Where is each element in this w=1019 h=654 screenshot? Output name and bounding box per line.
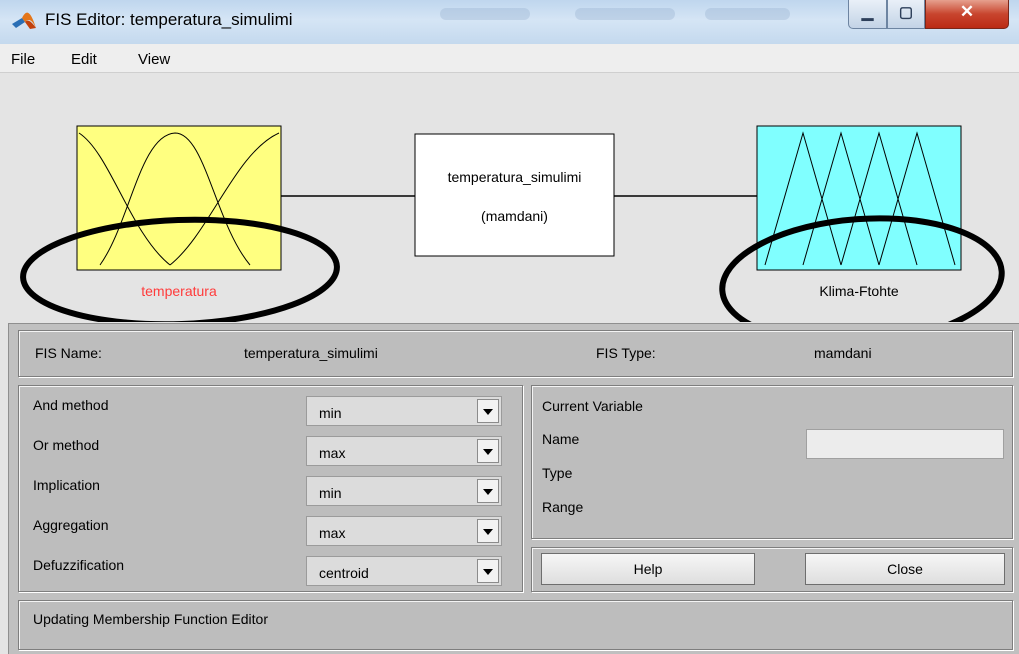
aggregation-select[interactable]: max xyxy=(306,516,502,546)
close-icon: ✕ xyxy=(959,2,975,21)
menu-file[interactable]: File xyxy=(11,51,35,68)
input-variable-box[interactable] xyxy=(76,125,282,271)
variable-name-label: Name xyxy=(542,431,580,447)
menu-edit[interactable]: Edit xyxy=(71,51,97,68)
chevron-down-icon xyxy=(477,439,499,463)
defuzzification-select[interactable]: centroid xyxy=(306,556,502,586)
fis-type-value: mamdani xyxy=(814,345,872,361)
implication-label: Implication xyxy=(33,477,100,493)
current-variable-frame: Current Variable Name Type Range xyxy=(531,385,1013,539)
defuzzification-label: Defuzzification xyxy=(33,557,125,573)
variable-range-label: Range xyxy=(542,499,584,515)
system-box[interactable] xyxy=(414,133,615,257)
implication-select[interactable]: min xyxy=(306,476,502,506)
buttons-frame: Help Close xyxy=(531,547,1013,592)
or-method-select[interactable]: max xyxy=(306,436,502,466)
aggregation-label: Aggregation xyxy=(33,517,109,533)
maximize-button[interactable]: ▢ xyxy=(887,0,925,29)
chevron-down-icon xyxy=(477,479,499,503)
variable-type-label: Type xyxy=(542,465,573,481)
current-variable-heading: Current Variable xyxy=(542,398,643,414)
methods-frame: And method min Or method max Implication… xyxy=(18,385,523,592)
fis-editor-window: FIS Editor: temperatura_simulimi ▁ ▢ ✕ F… xyxy=(0,0,1019,654)
or-method-label: Or method xyxy=(33,437,100,453)
output-variable-box[interactable] xyxy=(756,125,962,271)
status-frame: Updating Membership Function Editor xyxy=(18,600,1013,650)
chevron-down-icon xyxy=(477,559,499,583)
chevron-down-icon xyxy=(477,519,499,543)
maximize-icon: ▢ xyxy=(898,4,914,21)
system-type-label: (mamdani) xyxy=(481,208,548,224)
input-variable-label: temperatura xyxy=(141,283,217,299)
help-button[interactable]: Help xyxy=(541,553,755,585)
status-text: Updating Membership Function Editor xyxy=(33,611,269,627)
menu-bar: File Edit View xyxy=(0,44,1019,73)
and-method-label: And method xyxy=(33,397,109,413)
close-button[interactable]: Close xyxy=(805,553,1005,585)
fis-name-value: temperatura_simulimi xyxy=(244,345,378,361)
fis-name-label: FIS Name: xyxy=(35,345,102,361)
menu-view[interactable]: View xyxy=(138,51,170,68)
output-variable-label: Klima-Ftohte xyxy=(819,283,899,299)
variable-name-field[interactable] xyxy=(806,429,1004,459)
control-panel: FIS Name: temperatura_simulimi FIS Type:… xyxy=(8,323,1019,654)
fis-diagram: temperatura temperatura_simulimi (mamdan… xyxy=(0,73,1019,322)
matlab-icon xyxy=(12,12,36,29)
window-title: FIS Editor: temperatura_simulimi xyxy=(45,10,293,29)
window-close-button[interactable]: ✕ xyxy=(925,0,1009,29)
minimize-icon: ▁ xyxy=(861,4,874,21)
system-name-label: temperatura_simulimi xyxy=(447,169,582,185)
title-bar: FIS Editor: temperatura_simulimi ▁ ▢ ✕ xyxy=(0,0,1019,44)
chevron-down-icon xyxy=(477,399,499,423)
fis-type-label: FIS Type: xyxy=(596,345,656,361)
and-method-select[interactable]: min xyxy=(306,396,502,426)
minimize-button[interactable]: ▁ xyxy=(848,0,887,29)
fis-info-frame: FIS Name: temperatura_simulimi FIS Type:… xyxy=(18,330,1013,377)
